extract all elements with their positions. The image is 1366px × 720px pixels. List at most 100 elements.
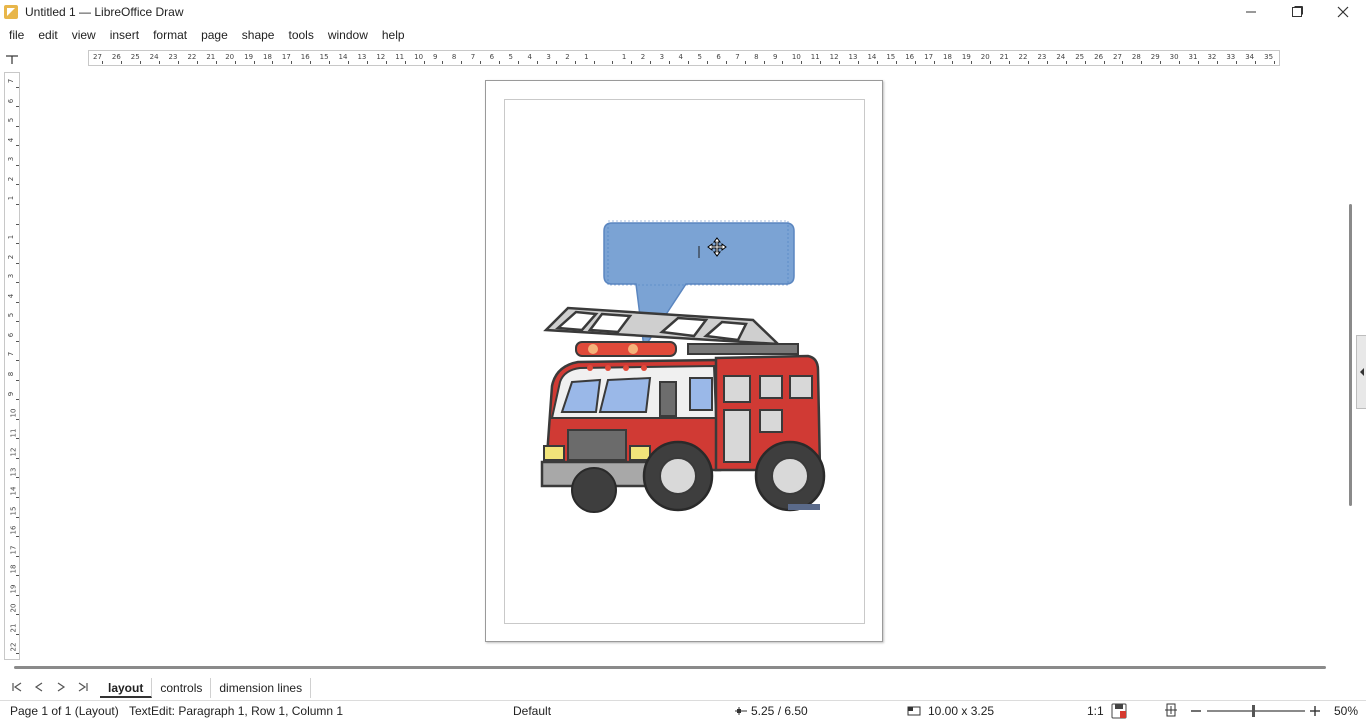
vertical-scrollbar[interactable] (1346, 68, 1354, 658)
ruler-label: 11 (395, 53, 405, 61)
page-indicator[interactable]: Page 1 of 1 (Layout) (10, 704, 119, 718)
ruler-label: 10 (9, 408, 18, 418)
fire-truck-image[interactable] (538, 300, 828, 515)
ruler-label: 31 (1188, 53, 1198, 61)
first-page-button[interactable] (6, 677, 28, 697)
vertical-scroll-thumb[interactable] (1349, 204, 1352, 506)
ruler-label: 5 (7, 313, 16, 318)
vertical-ruler[interactable]: 7 6 5 4 3 2 1 1 2 3 4 5 6 7 8 9 10 11 12 13 14 15 16 17 18 19 20 21… (4, 72, 20, 660)
ruler-tick (16, 496, 19, 498)
fit-page-icon[interactable] (1164, 703, 1178, 717)
ruler-label: 26 (1094, 53, 1104, 61)
ruler-tick (16, 106, 19, 108)
ruler-label: 3 (546, 53, 551, 61)
ruler-tick (1198, 61, 1199, 64)
zoom-in-icon[interactable] (1309, 705, 1321, 717)
ruler-label: 18 (263, 53, 272, 61)
ruler-tick (16, 203, 19, 205)
ruler-label: 4 (527, 53, 532, 61)
horizontal-ruler[interactable]: 27 26 25 24 23 22 21 20 19 18 17 16 15 14 13 12 11 10 9 8 7 6… (88, 50, 1280, 66)
ruler-label: 22 (187, 53, 197, 61)
menu-page[interactable]: page (194, 28, 235, 42)
zoom-percentage[interactable]: 50% (1334, 704, 1358, 718)
ruler-label: 23 (1037, 53, 1047, 61)
menu-window[interactable]: window (321, 28, 375, 42)
ruler-label: 16 (9, 525, 18, 535)
close-button[interactable] (1320, 0, 1366, 24)
ruler-label: 3 (659, 53, 665, 61)
ruler-tick (16, 633, 19, 635)
ruler-tick (404, 61, 406, 64)
last-page-button[interactable] (72, 677, 94, 697)
tab-dimension-lines[interactable]: dimension lines (211, 678, 312, 698)
position-icon (735, 707, 747, 715)
ruler-tick (102, 61, 104, 64)
next-page-button[interactable] (50, 677, 72, 697)
ruler-tick (16, 418, 19, 420)
layer-tabs: layout controls dimension lines (100, 676, 312, 698)
horizontal-scrollbar[interactable] (14, 666, 1326, 669)
ruler-tick (1141, 61, 1143, 64)
ruler-label: 9 (773, 53, 778, 61)
menu-insert[interactable]: insert (103, 28, 146, 42)
ruler-tick (16, 340, 19, 342)
sidebar-toggle-button[interactable] (1356, 335, 1366, 409)
zoom-slider[interactable] (1207, 705, 1305, 717)
menu-shape[interactable]: shape (235, 28, 282, 42)
menu-format[interactable]: format (146, 28, 194, 42)
ruler-tick (914, 61, 916, 64)
ruler-tick (1254, 61, 1256, 64)
menu-tools[interactable]: tools (281, 28, 320, 42)
ruler-label: 17 (924, 53, 934, 61)
ruler-tick (366, 61, 368, 64)
ruler-label: 13 (848, 53, 858, 61)
ruler-tick (1084, 61, 1086, 64)
minimize-icon (1246, 11, 1256, 13)
ruler-tick (461, 61, 463, 64)
ruler-label: 32 (1207, 53, 1217, 61)
maximize-icon (1292, 6, 1303, 17)
menu-file[interactable]: file (2, 28, 31, 42)
ruler-label: 17 (281, 53, 291, 61)
ruler-tick (518, 61, 519, 64)
ruler-label: 5 (697, 53, 702, 61)
ruler-label: 14 (9, 486, 18, 496)
ruler-label: 23 (168, 53, 178, 61)
ruler-tick (16, 594, 19, 596)
ruler-label: 19 (9, 584, 18, 594)
tab-controls[interactable]: controls (152, 678, 212, 698)
save-indicator-icon[interactable] (1111, 703, 1127, 719)
ruler-tick (16, 125, 19, 127)
ruler-tick (215, 61, 217, 64)
ruler-tick (839, 61, 841, 64)
ruler-tick (555, 61, 557, 64)
ruler-label: 7 (735, 53, 740, 61)
previous-page-button[interactable] (28, 677, 50, 697)
ruler-label: 25 (1075, 53, 1085, 61)
ruler-tick (971, 61, 973, 64)
ruler-label: 2 (7, 254, 16, 260)
maximize-button[interactable] (1274, 0, 1320, 24)
ruler-label: 14 (338, 53, 348, 61)
ruler-label: 14 (867, 53, 877, 61)
prev-page-icon (34, 682, 43, 692)
ruler-label: 8 (451, 53, 457, 61)
master-page-name[interactable]: Default (513, 704, 551, 718)
app-icon (4, 5, 18, 19)
ruler-tick (16, 653, 19, 655)
tab-layout[interactable]: layout (100, 678, 153, 698)
menu-view[interactable]: view (65, 28, 103, 42)
scale-readout[interactable]: 1:1 (1087, 704, 1104, 718)
zoom-slider-thumb[interactable] (1252, 705, 1255, 717)
minimize-button[interactable] (1228, 0, 1274, 24)
ruler-tick (876, 61, 878, 64)
menu-edit[interactable]: edit (31, 28, 64, 42)
ruler-tick (669, 61, 671, 64)
tab-stop-selector[interactable] (4, 51, 20, 65)
ruler-label: 13 (357, 53, 367, 61)
menu-help[interactable]: help (375, 28, 412, 42)
ruler-label: 21 (999, 53, 1009, 61)
ruler-tick (1122, 61, 1124, 64)
zoom-out-icon[interactable] (1190, 705, 1202, 717)
ruler-label: 25 (130, 53, 140, 61)
